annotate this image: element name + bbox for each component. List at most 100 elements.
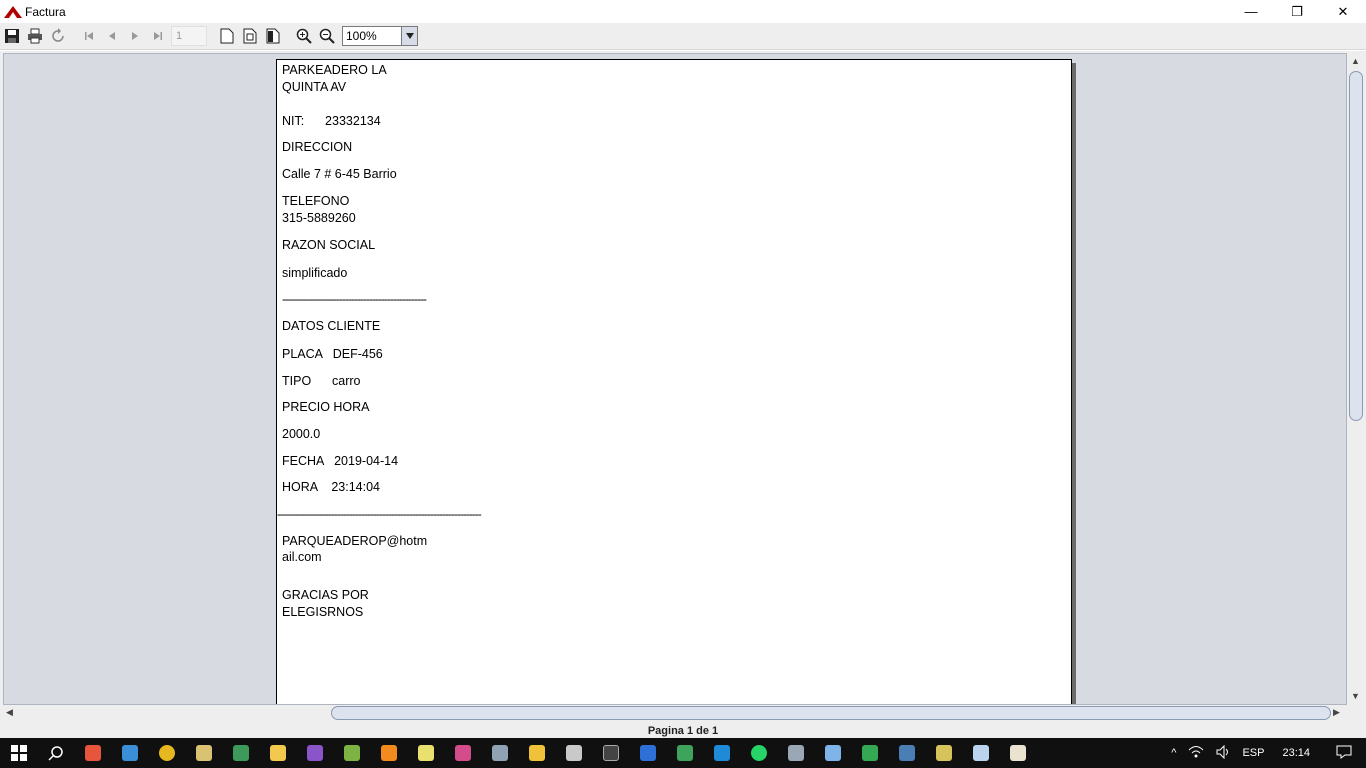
receipt-line: DIRECCION [282, 140, 353, 154]
visual-studio-icon[interactable] [296, 738, 333, 768]
page-status: Pagina 1 de 1 [0, 720, 1366, 738]
jasper-app-icon [4, 5, 22, 18]
java-icon[interactable] [999, 738, 1036, 768]
receipt-line: PARKEADERO LA [282, 63, 387, 77]
receipt-line: DATOS CLIENTE [282, 319, 381, 333]
fit-width-button[interactable] [262, 25, 284, 47]
terminal-icon[interactable] [592, 738, 629, 768]
taskbar-app-icon[interactable] [777, 738, 814, 768]
previous-page-icon [109, 32, 115, 40]
taskbar-app-icon[interactable] [74, 738, 111, 768]
zoom-select[interactable]: 100% [342, 26, 418, 46]
search-icon [47, 746, 63, 761]
whatsapp-icon[interactable] [740, 738, 777, 768]
restore-button[interactable]: ❐ [1274, 0, 1320, 23]
scroll-down-icon[interactable]: ▼ [1351, 691, 1360, 701]
windows-taskbar: ^ ESP 23:14 [0, 738, 1366, 768]
zoom-value[interactable]: 100% [343, 27, 401, 45]
receipt-line: TIPO carro [282, 374, 361, 388]
fit-page-button[interactable] [239, 25, 261, 47]
receipt-line: ELEGISRNOS [282, 605, 364, 619]
start-button[interactable] [0, 738, 37, 768]
receipt-line: 315-5889260 [282, 211, 356, 225]
separator-line: ----------------------------------------… [277, 507, 482, 521]
sublime-text-icon[interactable] [370, 738, 407, 768]
wifi-icon [1189, 745, 1204, 757]
receipt-line: FECHA 2019-04-14 [282, 454, 399, 468]
fit-width-icon [266, 28, 280, 44]
last-page-button[interactable] [147, 25, 169, 47]
last-page-icon [154, 32, 162, 40]
windows-logo-icon [10, 745, 27, 761]
first-page-button[interactable] [78, 25, 100, 47]
report-canvas: ----------------------------------------… [3, 53, 1347, 705]
speaker-icon [1216, 744, 1229, 759]
next-page-button[interactable] [124, 25, 146, 47]
zoom-out-button[interactable] [316, 25, 338, 47]
system-tray: ^ ESP 23:14 [1165, 738, 1366, 768]
separator-line: ----------------------------------------… [282, 292, 427, 306]
zoom-in-icon [296, 28, 312, 44]
postgresql-icon[interactable] [888, 738, 925, 768]
close-button[interactable]: ✕ [1320, 0, 1366, 23]
clock[interactable]: 23:14 [1270, 747, 1322, 759]
taskbar-app-icon[interactable] [851, 738, 888, 768]
scroll-up-icon[interactable]: ▲ [1351, 56, 1360, 66]
receipt-line: simplificado [282, 266, 348, 280]
next-page-icon [132, 32, 138, 40]
taskbar-app-icon[interactable] [629, 738, 666, 768]
taskbar-app-icon[interactable] [666, 738, 703, 768]
print-button[interactable] [24, 25, 46, 47]
search-button[interactable] [37, 738, 74, 768]
vertical-scrollbar[interactable]: ▲ ▼ [1348, 53, 1364, 705]
save-icon [5, 29, 19, 43]
taskbar-app-icon[interactable] [925, 738, 962, 768]
notepad-icon[interactable] [407, 738, 444, 768]
zoom-in-button[interactable] [293, 25, 315, 47]
window-title: Factura [25, 4, 66, 19]
file-explorer-icon[interactable] [259, 738, 296, 768]
reload-button[interactable] [47, 25, 69, 47]
report-page: ----------------------------------------… [276, 59, 1072, 704]
actual-size-button[interactable] [216, 25, 238, 47]
network-icon[interactable] [1182, 745, 1210, 762]
first-page-icon [85, 32, 93, 40]
receipt-line: GRACIAS POR [282, 588, 369, 602]
receipt-line: TELEFONO [282, 194, 350, 208]
git-icon[interactable] [518, 738, 555, 768]
language-indicator[interactable]: ESP [1236, 747, 1270, 759]
minimize-button[interactable]: — [1228, 0, 1274, 23]
previous-page-button[interactable] [101, 25, 123, 47]
notification-icon [1336, 745, 1352, 759]
taskbar-app-icon[interactable] [555, 738, 592, 768]
taskbar-app-icon[interactable] [962, 738, 999, 768]
zoom-dropdown-button[interactable] [401, 27, 417, 45]
receipt-line: PLACA DEF-456 [282, 347, 383, 361]
scroll-right-icon[interactable]: ▶ [1333, 707, 1340, 718]
chrome-icon[interactable] [148, 738, 185, 768]
paint-icon[interactable] [444, 738, 481, 768]
vertical-scroll-thumb[interactable] [1349, 71, 1363, 421]
save-button[interactable] [1, 25, 23, 47]
refresh-icon [52, 28, 64, 42]
horizontal-scrollbar[interactable]: ◀ ▶ [3, 705, 1347, 721]
receipt-line: PARQUEADEROP@hotm [282, 534, 428, 548]
receipt-line: HORA 23:14:04 [282, 480, 380, 494]
scroll-left-icon[interactable]: ◀ [6, 707, 13, 718]
vscode-icon[interactable] [703, 738, 740, 768]
taskbar-app-icon[interactable] [185, 738, 222, 768]
page-number-input[interactable]: 1 [171, 26, 207, 46]
horizontal-scroll-thumb[interactable] [331, 706, 1331, 720]
show-hidden-icons-button[interactable]: ^ [1165, 747, 1182, 759]
chevron-down-icon [405, 33, 414, 39]
receipt-line: ail.com [282, 550, 322, 564]
volume-icon[interactable] [1210, 744, 1236, 762]
receipt-line: NIT: 23332134 [282, 114, 381, 128]
taskbar-app-icon[interactable] [481, 738, 518, 768]
android-studio-icon[interactable] [333, 738, 370, 768]
taskbar-app-icon[interactable] [111, 738, 148, 768]
taskbar-app-icon[interactable] [814, 738, 851, 768]
receipt-line: RAZON SOCIAL [282, 238, 376, 252]
notifications-button[interactable] [1322, 745, 1366, 762]
taskbar-app-icon[interactable] [222, 738, 259, 768]
